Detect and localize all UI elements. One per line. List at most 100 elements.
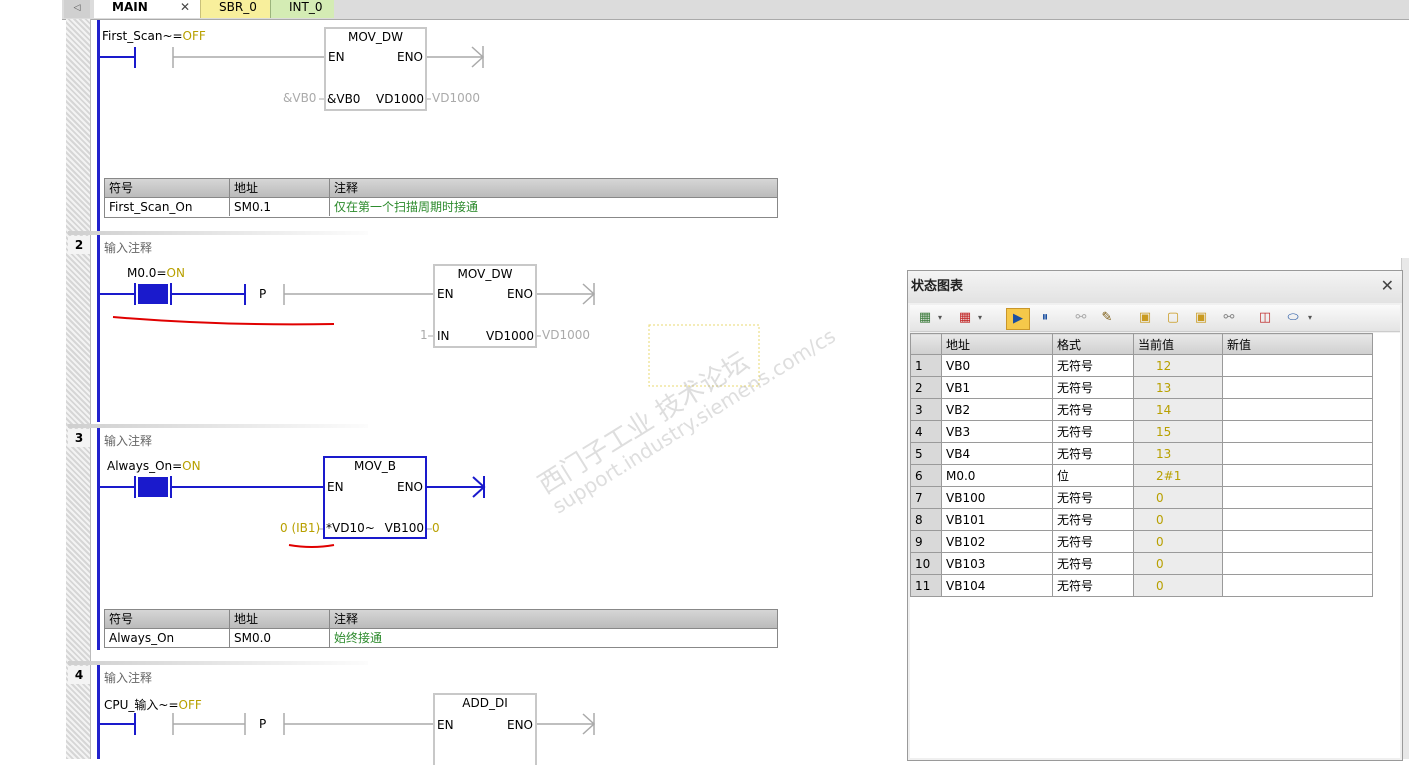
run-status-icon[interactable]: ▶ — [1006, 308, 1030, 330]
net1-in-value: &VB0 — [283, 91, 317, 105]
new-value-cell[interactable] — [1222, 508, 1373, 531]
net2-contact-label: M0.0=ON — [127, 266, 185, 280]
address-cell[interactable]: VB2 — [941, 398, 1053, 421]
row-number: 1 — [910, 354, 942, 377]
format-cell[interactable]: 无符号 — [1052, 508, 1134, 531]
new-value-cell[interactable] — [1222, 486, 1373, 509]
trend-glasses-icon[interactable]: ⚯ — [1070, 308, 1092, 328]
address-cell[interactable]: VB101 — [941, 508, 1053, 531]
format-cell[interactable]: 无符号 — [1052, 398, 1134, 421]
pause-icon[interactable]: ⏸ — [1034, 308, 1056, 328]
format-cell[interactable]: 无符号 — [1052, 442, 1134, 465]
new-value-cell[interactable] — [1222, 354, 1373, 377]
address-cell: SM0.0 — [230, 629, 330, 647]
table-row[interactable]: 4 VB3 无符号 15 — [910, 420, 1373, 443]
table-row[interactable]: 2 VB1 无符号 13 — [910, 376, 1373, 399]
new-value-cell[interactable] — [1222, 574, 1373, 597]
format-cell[interactable]: 无符号 — [1052, 486, 1134, 509]
status-chart-window[interactable]: 状态图表 ✕ ▦ ▾ ▦ ▾ ▶ ⏸ ⚯ ✎ ▣ ▢ ▣ ⚯ ◫ ⬭ ▾ 地址 … — [907, 270, 1403, 761]
format-cell[interactable]: 无符号 — [1052, 574, 1134, 597]
en-pin: EN — [328, 50, 345, 64]
format-cell[interactable]: 位 — [1052, 464, 1134, 487]
format-cell[interactable]: 无符号 — [1052, 420, 1134, 443]
format-cell[interactable]: 无符号 — [1052, 354, 1134, 377]
status-chart-title: 状态图表 — [908, 271, 1402, 303]
network-number: 3 — [68, 429, 90, 447]
row-number: 4 — [910, 420, 942, 443]
block-title: MOV_DW — [457, 267, 513, 281]
trend-chart-icon[interactable]: ◫ — [1254, 308, 1276, 328]
eno-pin: ENO — [396, 50, 423, 64]
in-param: IN — [437, 329, 450, 343]
net4-add-di-block[interactable]: ADD_DI EN ENO — [433, 693, 537, 765]
read-all-icon[interactable]: ⚯ — [1218, 308, 1240, 328]
network-number: 4 — [68, 666, 90, 684]
new-value-cell[interactable] — [1222, 420, 1373, 443]
comment-header: 注释 — [334, 181, 359, 195]
new-value-header: 新值 — [1222, 333, 1373, 355]
new-value-cell[interactable] — [1222, 398, 1373, 421]
network-comment[interactable]: 输入注释 — [104, 669, 152, 686]
force-icon[interactable]: ▣ — [1190, 308, 1212, 328]
network-number: 2 — [68, 236, 90, 254]
table-row[interactable]: 1 VB0 无符号 12 — [910, 354, 1373, 377]
insert-row-icon[interactable]: ▦ — [914, 308, 936, 328]
format-cell[interactable]: 无符号 — [1052, 552, 1134, 575]
chevron-down-icon[interactable]: ▾ — [1304, 308, 1316, 328]
out-param: VB100 — [384, 521, 424, 535]
address-header: 地址 — [941, 333, 1053, 355]
address-cell: SM0.1 — [230, 198, 330, 216]
current-value-cell: 13 — [1133, 442, 1223, 465]
table-header-row: 地址 格式 当前值 新值 — [910, 333, 1373, 355]
net3-out-value: 0 — [432, 521, 440, 535]
format-cell[interactable]: 无符号 — [1052, 530, 1134, 553]
address-header: 地址 — [230, 610, 330, 628]
network-comment[interactable]: 输入注释 — [104, 432, 152, 449]
table-row[interactable]: 3 VB2 无符号 14 — [910, 398, 1373, 421]
close-icon[interactable]: ✕ — [1381, 271, 1394, 301]
net1-mov-dw-block[interactable]: MOV_DW EN ENO &VB0 VD1000 — [324, 27, 427, 111]
new-value-cell[interactable] — [1222, 552, 1373, 575]
table-row[interactable]: 11 VB104 无符号 0 — [910, 574, 1373, 597]
table-row[interactable]: 10 VB103 无符号 0 — [910, 552, 1373, 575]
net3-mov-b-block[interactable]: MOV_B EN ENO *VD10~ VB100 — [323, 456, 427, 539]
net1-contact-label: First_Scan~=OFF — [102, 29, 206, 43]
current-value-cell: 13 — [1133, 376, 1223, 399]
address-cell[interactable]: VB104 — [941, 574, 1053, 597]
network-separator — [68, 424, 368, 428]
table-row[interactable]: 7 VB100 无符号 0 — [910, 486, 1373, 509]
address-cell[interactable]: VB4 — [941, 442, 1053, 465]
table-row[interactable]: 6 M0.0 位 2#1 — [910, 464, 1373, 487]
new-value-cell[interactable] — [1222, 442, 1373, 465]
address-cell[interactable]: VB1 — [941, 376, 1053, 399]
new-value-cell[interactable] — [1222, 530, 1373, 553]
tag-icon[interactable]: ⬭ — [1282, 308, 1304, 328]
row-number: 3 — [910, 398, 942, 421]
table-row[interactable]: 8 VB101 无符号 0 — [910, 508, 1373, 531]
address-cell[interactable]: VB3 — [941, 420, 1053, 443]
net3-contact-label: Always_On=ON — [107, 459, 201, 473]
address-cell[interactable]: VB102 — [941, 530, 1053, 553]
chevron-down-icon[interactable]: ▾ — [934, 308, 946, 328]
positive-edge-label: P — [259, 717, 267, 731]
new-value-cell[interactable] — [1222, 376, 1373, 399]
comment-header: 注释 — [334, 612, 359, 626]
address-cell[interactable]: VB103 — [941, 552, 1053, 575]
address-cell[interactable]: VB0 — [941, 354, 1053, 377]
format-cell[interactable]: 无符号 — [1052, 376, 1134, 399]
network-comment[interactable]: 输入注释 — [104, 239, 152, 256]
address-cell[interactable]: VB100 — [941, 486, 1053, 509]
status-chart-toolbar: ▦ ▾ ▦ ▾ ▶ ⏸ ⚯ ✎ ▣ ▢ ▣ ⚯ ◫ ⬭ ▾ — [910, 305, 1400, 332]
delete-row-icon[interactable]: ▦ — [954, 308, 976, 328]
chevron-down-icon[interactable]: ▾ — [974, 308, 986, 328]
address-cell[interactable]: M0.0 — [941, 464, 1053, 487]
eno-pin: ENO — [506, 287, 533, 301]
net2-mov-dw-block[interactable]: MOV_DW EN ENO IN VD1000 — [433, 264, 537, 348]
en-pin: EN — [437, 718, 454, 732]
write-pencil-icon[interactable]: ✎ — [1096, 308, 1118, 328]
new-value-cell[interactable] — [1222, 464, 1373, 487]
lock-icon[interactable]: ▣ — [1134, 308, 1156, 328]
table-row[interactable]: 5 VB4 无符号 13 — [910, 442, 1373, 465]
unlock-icon[interactable]: ▢ — [1162, 308, 1184, 328]
table-row[interactable]: 9 VB102 无符号 0 — [910, 530, 1373, 553]
